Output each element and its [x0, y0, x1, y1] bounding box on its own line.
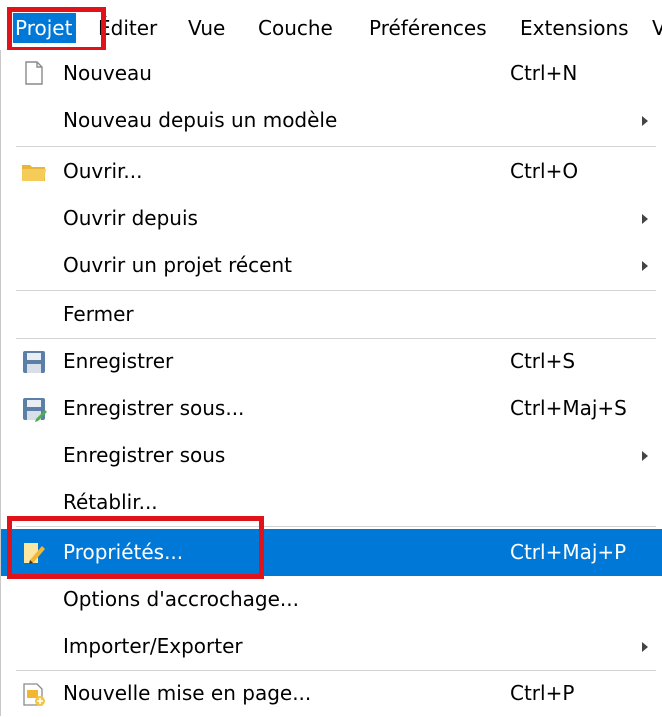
menu-item-label: Nouveau — [63, 61, 152, 85]
menu-item-shortcut: Ctrl+S — [510, 349, 576, 373]
menu-item-label: Enregistrer sous... — [63, 396, 245, 420]
menu-item-label: Nouvelle mise en page... — [63, 681, 312, 705]
menu-item-fermer[interactable]: Fermer — [1, 291, 662, 338]
menu-item-label: Options d'accrochage... — [63, 587, 299, 611]
folder-icon — [22, 165, 46, 181]
menu-item-label: Importer/Exporter — [63, 634, 243, 658]
menu-overflow[interactable]: V — [652, 13, 662, 43]
menu-item-nouveau-depuis-modele[interactable]: Nouveau depuis un modèle — [1, 97, 662, 144]
menu-item-ouvrir-projet-recent[interactable]: Ouvrir un projet récent — [1, 242, 662, 289]
new-layout-icon — [23, 683, 45, 706]
submenu-arrow-icon — [642, 451, 648, 461]
projet-dropdown-menu: Nouveau Ctrl+N Nouveau depuis un modèle … — [0, 50, 662, 716]
menu-item-retablir[interactable]: Rétablir... — [1, 479, 662, 526]
menu-bar: Projet Éditer Vue Couche Préférences Ext… — [0, 0, 662, 51]
menu-vue[interactable]: Vue — [188, 13, 225, 43]
new-document-icon — [25, 61, 43, 85]
submenu-arrow-icon — [642, 214, 648, 224]
menu-item-shortcut: Ctrl+Maj+S — [510, 396, 627, 420]
menu-item-nouveau[interactable]: Nouveau Ctrl+N — [1, 50, 662, 97]
menu-editer[interactable]: Éditer — [98, 13, 157, 43]
menu-item-shortcut: Ctrl+O — [510, 159, 579, 183]
menu-couche[interactable]: Couche — [258, 13, 333, 43]
submenu-arrow-icon — [642, 642, 648, 652]
menu-item-shortcut: Ctrl+N — [510, 61, 578, 85]
save-icon — [23, 351, 45, 373]
menu-item-label: Enregistrer sous — [63, 443, 226, 467]
menu-separator — [16, 526, 656, 527]
menu-item-ouvrir-depuis[interactable]: Ouvrir depuis — [1, 195, 662, 242]
menu-item-options-accrochage[interactable]: Options d'accrochage... — [1, 576, 662, 623]
menu-preferences[interactable]: Préférences — [369, 13, 487, 43]
menu-item-shortcut: Ctrl+P — [510, 681, 575, 705]
submenu-arrow-icon — [642, 116, 648, 126]
menu-item-label: Fermer — [63, 302, 134, 326]
properties-icon — [24, 543, 45, 564]
menu-item-label: Ouvrir un projet récent — [63, 253, 293, 277]
menu-projet[interactable]: Projet — [13, 13, 77, 43]
menu-item-shortcut: Ctrl+Maj+P — [510, 540, 627, 564]
menu-item-nouvelle-mise-en-page[interactable]: Nouvelle mise en page... Ctrl+P — [1, 670, 662, 717]
menu-item-importer-exporter[interactable]: Importer/Exporter — [1, 623, 662, 670]
menu-item-label: Propriétés... — [63, 540, 184, 564]
menu-item-label: Enregistrer — [63, 349, 174, 373]
menu-item-proprietes[interactable]: Propriétés... Ctrl+Maj+P — [1, 529, 662, 576]
menu-item-label: Rétablir... — [63, 490, 158, 514]
save-as-icon — [23, 398, 47, 422]
menu-item-enregistrer-sous[interactable]: Enregistrer sous — [1, 432, 662, 479]
menu-extensions[interactable]: Extensions — [520, 13, 629, 43]
menu-item-ouvrir[interactable]: Ouvrir... Ctrl+O — [1, 148, 662, 195]
menu-separator — [16, 146, 656, 147]
submenu-arrow-icon — [642, 261, 648, 271]
menu-item-label: Ouvrir depuis — [63, 206, 198, 230]
menu-item-label: Nouveau depuis un modèle — [63, 108, 338, 132]
menu-item-label: Ouvrir... — [63, 159, 143, 183]
menu-item-enregistrer-sous-dialog[interactable]: Enregistrer sous... Ctrl+Maj+S — [1, 385, 662, 432]
menu-item-enregistrer[interactable]: Enregistrer Ctrl+S — [1, 338, 662, 385]
